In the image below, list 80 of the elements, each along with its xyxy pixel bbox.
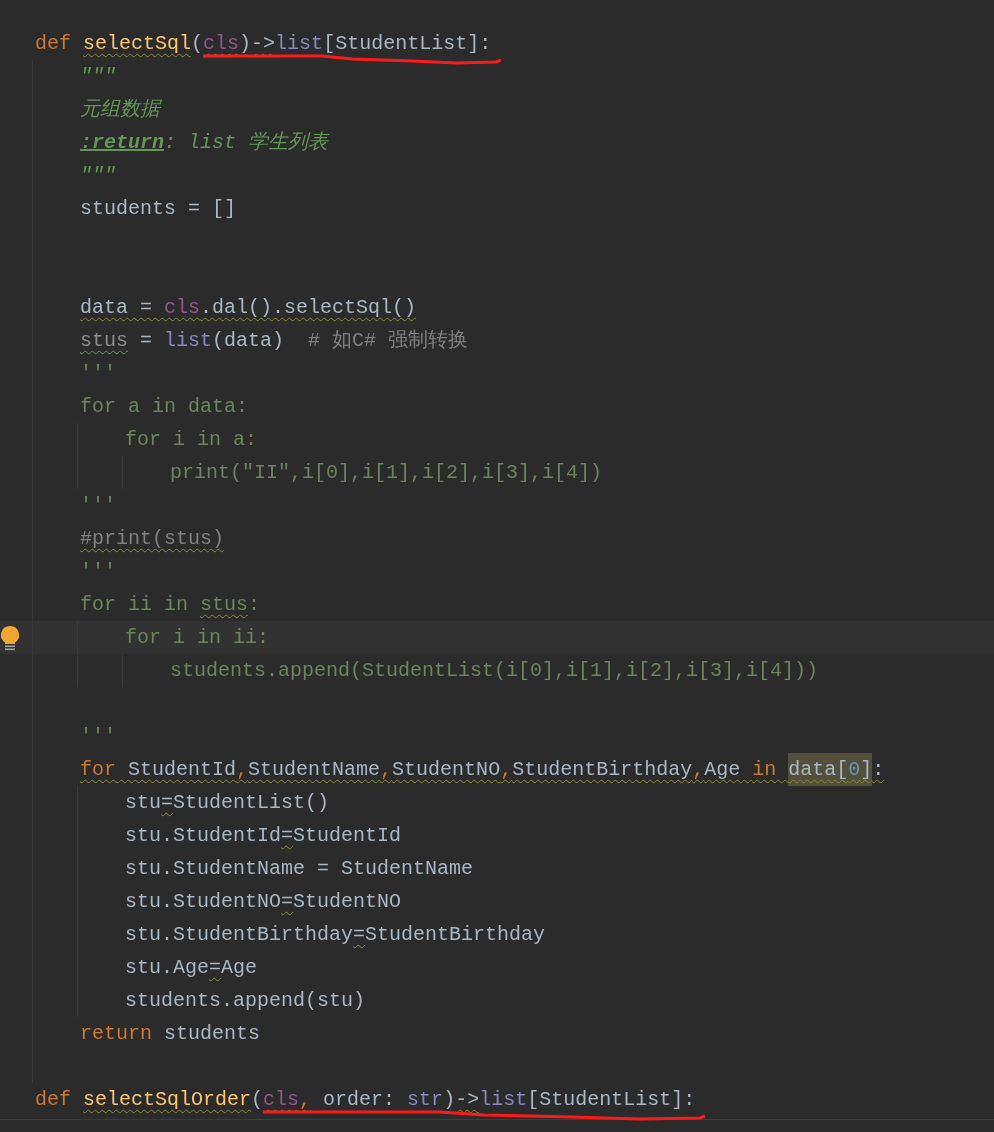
code-token: in <box>752 757 778 783</box>
code-token: list <box>275 31 324 57</box>
code-token: , <box>380 757 393 783</box>
docstring-text: 元组数据 <box>80 97 160 123</box>
code-token: , <box>299 1087 312 1113</box>
code-token: StudentNO <box>392 757 501 783</box>
code-token: stus <box>80 328 128 354</box>
code-comment: #print(stus) <box>80 526 225 552</box>
code-token: , <box>236 757 249 783</box>
code-token: def <box>35 1087 72 1113</box>
code-token: data[ <box>788 753 849 786</box>
code-token: str <box>407 1087 444 1113</box>
code-token: for a in data: <box>80 394 249 420</box>
code-token: , <box>500 757 513 783</box>
code-token: Age <box>704 757 742 783</box>
code-token: list <box>164 328 213 354</box>
docstring-text: """ <box>80 163 116 189</box>
code-token: stu.StudentBirthday <box>125 922 354 948</box>
code-token: = <box>281 889 294 915</box>
code-token: StudentId <box>127 757 237 783</box>
code-token: selectSqlOrder <box>83 1087 252 1113</box>
code-token: = <box>139 328 154 354</box>
code-token: ] <box>860 753 873 786</box>
code-token: (data) <box>212 328 285 354</box>
code-token: = <box>281 823 294 849</box>
docstring-text: : list 学生列表 <box>164 130 329 156</box>
code-token: selectSql <box>83 31 192 57</box>
code-token: return <box>80 1021 152 1047</box>
code-token: stus <box>200 592 249 618</box>
code-token: ( <box>251 1087 264 1113</box>
code-token: 0 <box>848 753 861 786</box>
code-token: , <box>692 757 705 783</box>
lightbulb-icon[interactable] <box>0 625 20 651</box>
code-token: stu.StudentNO <box>125 889 282 915</box>
code-token: -> <box>455 1087 480 1113</box>
code-token: StudentList() <box>173 790 330 816</box>
code-token: print("II",i[0],i[1],i[2],i[3],i[4]) <box>170 460 603 486</box>
code-token: Age <box>221 955 258 981</box>
code-token: ''' <box>80 724 116 750</box>
code-token: [StudentList]: <box>323 31 492 57</box>
code-token: data = <box>80 295 153 321</box>
code-token: -> <box>251 31 276 57</box>
code-token: ) <box>443 1087 456 1113</box>
code-token: .dal().selectSql() <box>200 295 417 321</box>
code-token: ''' <box>80 493 116 519</box>
code-token: StudentId <box>293 823 402 849</box>
code-token: for <box>80 757 116 783</box>
docstring-text: """ <box>80 64 116 90</box>
code-token: cls <box>263 1087 300 1113</box>
code-token: list <box>479 1087 528 1113</box>
code-token: students.append(StudentList(i[0],i[1],i[2],i[3],i[4])) <box>170 658 819 684</box>
code-token: order: <box>322 1087 397 1113</box>
code-token: : <box>872 757 885 783</box>
code-token: StudentNO <box>293 889 402 915</box>
code-token: def <box>35 31 72 57</box>
code-token: for i in a: <box>125 427 258 453</box>
code-comment: # 如C# 强制转换 <box>307 328 469 354</box>
code-token: stu.StudentName = StudentName <box>125 856 474 882</box>
code-token: [StudentList]: <box>527 1087 696 1113</box>
code-token: stu.StudentId <box>125 823 282 849</box>
code-token: cls <box>164 295 201 321</box>
code-token: cls <box>203 31 240 57</box>
code-token: stu.Age <box>125 955 209 981</box>
code-token: stu <box>125 790 161 816</box>
code-token: StudentBirthday <box>512 757 693 783</box>
code-token: ''' <box>80 559 116 585</box>
code-token: ( <box>191 31 204 57</box>
code-token: = <box>353 922 366 948</box>
docstring-text: :return <box>80 130 164 156</box>
code-token: students = [] <box>80 196 237 222</box>
code-token: StudentBirthday <box>365 922 546 948</box>
code-token: ) <box>239 31 252 57</box>
code-token: ''' <box>80 361 116 387</box>
code-token: : <box>248 592 261 618</box>
code-token: for ii in <box>80 592 190 618</box>
code-token: students.append(stu) <box>125 988 366 1014</box>
code-token: students <box>163 1021 261 1047</box>
code-token: = <box>161 790 174 816</box>
code-token: StudentName <box>248 757 381 783</box>
code-token: = <box>209 955 222 981</box>
